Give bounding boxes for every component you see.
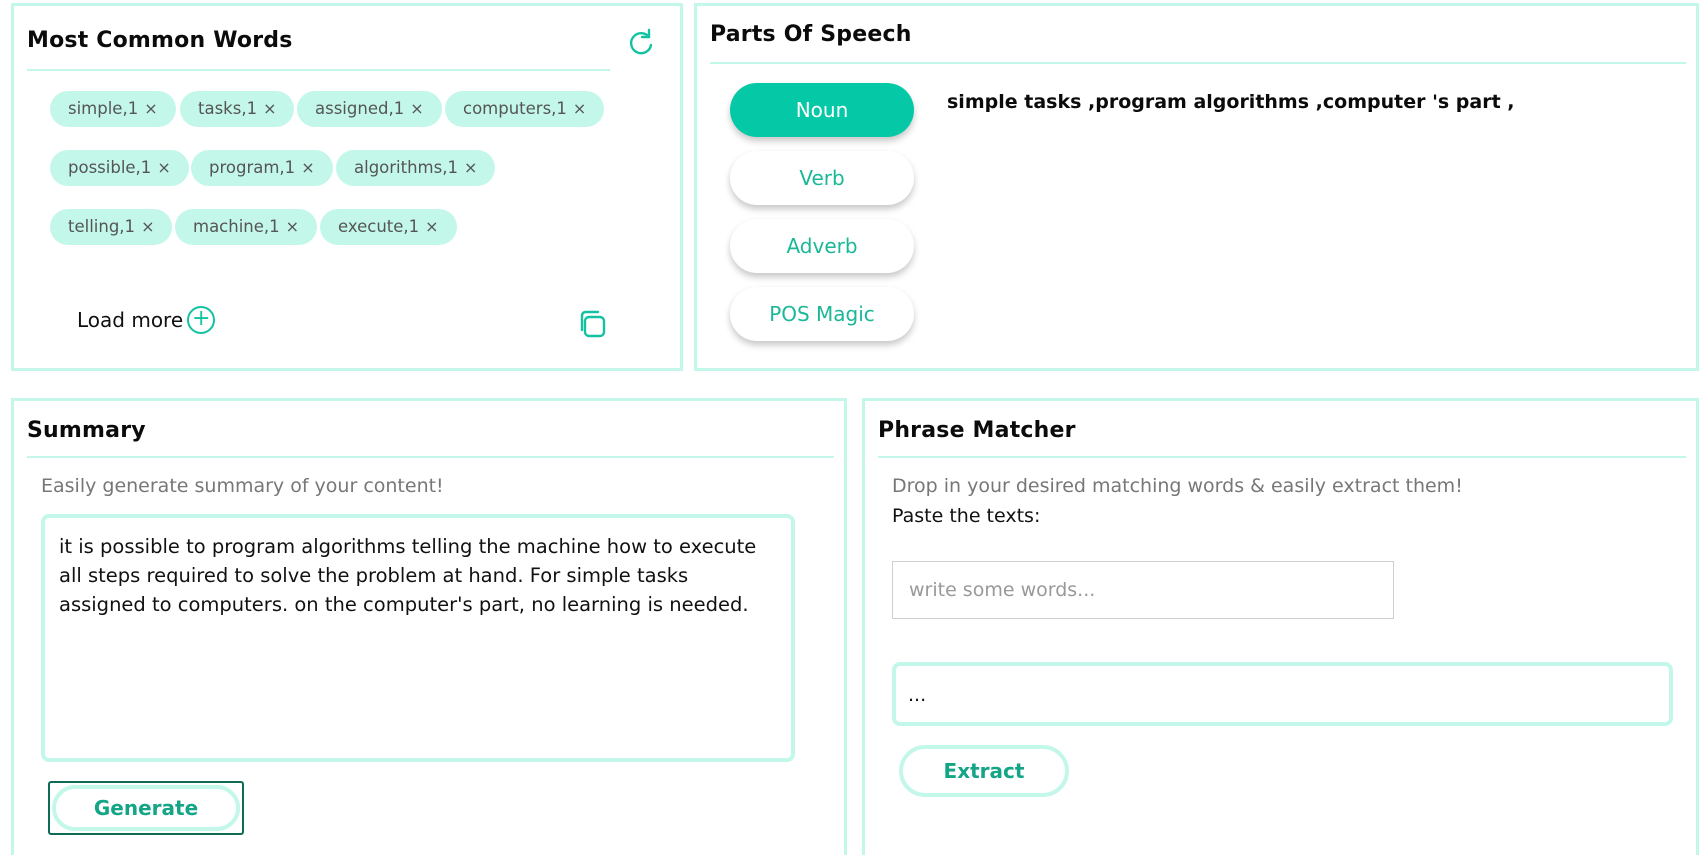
- remove-icon[interactable]: ×: [141, 217, 154, 236]
- pos-magic-button[interactable]: POS Magic: [730, 287, 914, 341]
- word-chip[interactable]: machine,1 ×: [175, 209, 318, 245]
- remove-icon[interactable]: ×: [144, 99, 157, 118]
- refresh-icon[interactable]: [626, 28, 656, 58]
- remove-icon[interactable]: ×: [301, 158, 314, 177]
- summary-subtitle: Easily generate summary of your content!: [41, 475, 444, 497]
- summary-title: Summary: [27, 418, 146, 443]
- paste-text-input[interactable]: ...: [892, 662, 1673, 726]
- chip-label: assigned,1: [315, 99, 405, 118]
- title-divider: [27, 69, 610, 71]
- remove-icon[interactable]: ×: [464, 158, 477, 177]
- chip-label: machine,1: [193, 217, 280, 236]
- chip-label: computers,1: [463, 99, 567, 118]
- title-divider: [27, 456, 834, 458]
- chip-label: program,1: [209, 158, 296, 177]
- remove-icon[interactable]: ×: [573, 99, 586, 118]
- pos-noun-button[interactable]: Noun: [730, 83, 914, 137]
- word-chip[interactable]: simple,1 ×: [50, 91, 176, 127]
- phrase-matcher-subtitle: Drop in your desired matching words & ea…: [892, 475, 1463, 497]
- word-chip[interactable]: tasks,1 ×: [180, 91, 295, 127]
- chip-label: possible,1: [68, 158, 152, 177]
- title-divider: [878, 456, 1686, 458]
- plus-circle-icon[interactable]: +: [187, 306, 216, 334]
- pos-result-text: simple tasks ,program algorithms ,comput…: [947, 91, 1515, 113]
- word-chip[interactable]: algorithms,1 ×: [336, 150, 496, 186]
- remove-icon[interactable]: ×: [286, 217, 299, 236]
- phrase-matcher-panel: Phrase Matcher Drop in your desired matc…: [862, 398, 1699, 855]
- parts-of-speech-panel: Parts Of Speech Noun Verb Adverb POS Mag…: [694, 3, 1699, 371]
- phrase-matcher-title: Phrase Matcher: [878, 418, 1076, 443]
- parts-of-speech-title: Parts Of Speech: [710, 22, 912, 47]
- matching-words-input[interactable]: write some words...: [892, 561, 1394, 619]
- chip-label: telling,1: [68, 217, 136, 236]
- remove-icon[interactable]: ×: [410, 99, 423, 118]
- most-common-words-title: Most Common Words: [27, 28, 293, 53]
- load-more-label: Load more: [77, 308, 184, 332]
- copy-icon[interactable]: [576, 308, 608, 340]
- remove-icon[interactable]: ×: [263, 99, 276, 118]
- most-common-words-panel: Most Common Words simple,1 × tasks,1 × ass…: [11, 3, 683, 371]
- word-chip[interactable]: telling,1 ×: [50, 209, 173, 245]
- summary-textarea[interactable]: it is possible to program algorithms tel…: [41, 514, 795, 762]
- load-more-button[interactable]: Load more +: [77, 306, 216, 334]
- chip-label: simple,1: [68, 99, 139, 118]
- pos-adverb-button[interactable]: Adverb: [730, 219, 914, 273]
- chip-label: tasks,1: [198, 99, 258, 118]
- generate-button-focus-ring: Generate: [48, 781, 244, 835]
- summary-panel: Summary Easily generate summary of your …: [11, 398, 847, 855]
- pos-verb-button[interactable]: Verb: [730, 151, 914, 205]
- remove-icon[interactable]: ×: [425, 217, 438, 236]
- remove-icon[interactable]: ×: [157, 158, 170, 177]
- word-chip[interactable]: computers,1 ×: [445, 91, 605, 127]
- word-chip[interactable]: program,1 ×: [191, 150, 333, 186]
- word-chip[interactable]: possible,1 ×: [50, 150, 189, 186]
- word-chip[interactable]: execute,1 ×: [320, 209, 457, 245]
- generate-button[interactable]: Generate: [52, 785, 240, 831]
- word-chip[interactable]: assigned,1 ×: [297, 91, 442, 127]
- extract-button[interactable]: Extract: [899, 745, 1069, 797]
- chip-label: execute,1: [338, 217, 420, 236]
- chip-label: algorithms,1: [354, 158, 458, 177]
- paste-label: Paste the texts:: [892, 505, 1041, 527]
- title-divider: [710, 62, 1686, 64]
